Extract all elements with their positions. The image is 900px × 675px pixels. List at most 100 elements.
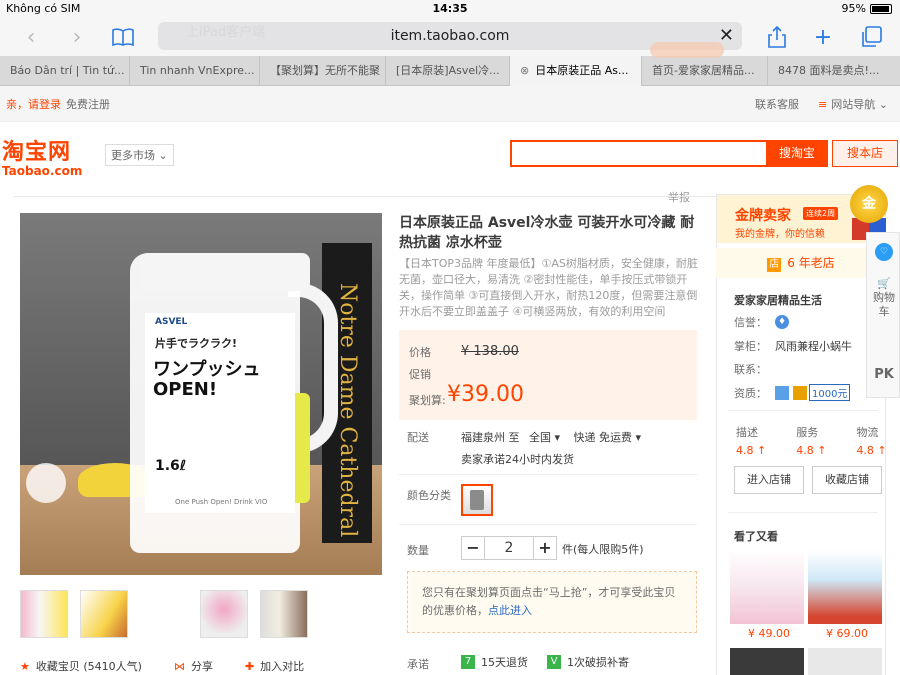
promise-damage: V 1次破损补寄: [547, 654, 629, 670]
share-icon: ⋈: [173, 660, 185, 673]
enter-juhuasuan-link[interactable]: 点此进入: [488, 604, 532, 617]
juhuasuan-notice: 您只有在聚划算页面点击“马上抢”，才可享受此宝贝的优惠价格，点此进入: [407, 571, 697, 633]
forward-icon[interactable]: ›: [62, 22, 92, 52]
favorite-shop-button[interactable]: 收藏店铺: [812, 466, 882, 494]
owner-name[interactable]: 风雨兼程小蜗牛: [775, 338, 852, 354]
gold-seller-badge: 连续2周: [803, 207, 839, 220]
image-pitcher-lid: [140, 253, 310, 291]
return-icon: 7: [461, 655, 475, 669]
quantity-stepper: − 2 +: [461, 536, 557, 560]
tab-asvel[interactable]: [日本原装]Asvel冷...: [386, 56, 510, 86]
thumbnail-4[interactable]: [200, 590, 248, 638]
thumbnail-3[interactable]: [140, 590, 188, 638]
browser-toolbar: ‹ › item.taobao.com ✕ +: [0, 18, 900, 56]
product-description: 【日本TOP3品牌 年度最低】①AS树脂材质，安全健康，耐脏无菌，壶口径大，易清…: [399, 257, 698, 318]
quantity-limit-note: 件(每人限购5件): [562, 543, 644, 556]
share-icon[interactable]: [762, 22, 792, 52]
search-store-button[interactable]: 搜本店: [832, 140, 898, 167]
menu-icon: ≡: [818, 98, 828, 111]
pk-button[interactable]: PK: [873, 367, 895, 382]
floating-sidebar: ♡ 🛒 购物车 PK: [866, 232, 900, 398]
tab-active-product[interactable]: ⊗ 日本原装正品 As...: [510, 56, 642, 86]
search-input[interactable]: [510, 140, 768, 167]
product-title: 日本原装正品 Asvel冷水壶 可装开水可冷藏 耐热抗菌 凉水杯壶: [399, 215, 695, 251]
score-description: 描述 4.8 ↑: [736, 426, 767, 457]
product-actions: ★ 收藏宝贝 (5410人气) ⋈ 分享 ✚ 加入对比: [20, 658, 304, 674]
tab-shop-home[interactable]: 首页-爱家家居精品...: [642, 56, 768, 86]
thumbnail-strip: [20, 590, 308, 638]
register-link[interactable]: 免费注册: [66, 96, 110, 112]
site-nav-link[interactable]: ≡ 网站导航 ⌄: [818, 96, 888, 112]
ghost-banner-button: [650, 42, 724, 58]
cart-button[interactable]: 🛒 购物车: [873, 277, 895, 319]
tabs-overview-icon[interactable]: [856, 22, 886, 52]
thumbnail-1[interactable]: [20, 590, 68, 638]
qualification-row: 资质： 1000元: [734, 384, 851, 401]
recommendation-price-1: ¥ 49.00: [748, 627, 790, 640]
price-box: 价格 ¥ 138.00 促销 聚划算: ¥39.00: [399, 330, 697, 420]
see-also-heading: 看了又看: [734, 530, 778, 543]
ghost-banner-text: 上iPad客户端: [186, 25, 266, 40]
divider: [399, 524, 697, 525]
color-option-swatch[interactable]: [461, 484, 493, 516]
shop-buttons: 进入店铺 收藏店铺: [734, 466, 882, 494]
thumbnail-5[interactable]: [260, 590, 308, 638]
damage-icon: V: [547, 655, 561, 669]
battery-icon: [870, 3, 892, 14]
sale-price: ¥39.00: [447, 382, 524, 407]
shipping-method-dropdown[interactable]: 快递 免运费 ▾: [574, 431, 642, 444]
delivery-info: 福建泉州 至 全国 ▾ 快递 免运费 ▾: [461, 431, 642, 444]
enter-shop-button[interactable]: 进入店铺: [734, 466, 804, 494]
favorite-item-button[interactable]: ★ 收藏宝贝 (5410人气): [20, 658, 142, 674]
recommendation-image-2[interactable]: [808, 550, 882, 624]
login-link[interactable]: 亲，请登录: [6, 96, 61, 112]
share-button[interactable]: ⋈ 分享: [174, 658, 213, 674]
recommendation-image-4[interactable]: [808, 648, 882, 675]
increase-button[interactable]: +: [533, 536, 557, 560]
tab-juhuasuan[interactable]: 【聚划算】无所不能聚: [260, 56, 386, 86]
promo-label: 促销: [409, 368, 431, 381]
credit-row: 信誉： ♦: [734, 314, 789, 330]
taobao-logo[interactable]: 淘宝网 Taobao.com: [2, 134, 88, 178]
close-tab-icon[interactable]: ⊗: [520, 64, 529, 77]
recommendation-image-3[interactable]: [730, 648, 804, 675]
bookmarks-icon[interactable]: [108, 22, 138, 52]
new-tab-icon[interactable]: +: [808, 22, 838, 52]
delivery-promise: 卖家承诺24小时内发货: [461, 453, 574, 466]
deposit-icon: [793, 385, 807, 400]
report-link[interactable]: 举报: [668, 189, 690, 205]
recommendation-image-1[interactable]: [730, 550, 804, 624]
chat-icon[interactable]: ♡: [875, 243, 893, 261]
id-verified-icon: [775, 385, 789, 400]
url-text: item.taobao.com: [390, 28, 510, 44]
tab-8478[interactable]: 8478 面料是卖点!...: [768, 56, 900, 86]
original-price: ¥ 138.00: [461, 344, 519, 359]
quantity-input[interactable]: 2: [485, 536, 533, 560]
thumbnail-2[interactable]: [80, 590, 128, 638]
color-label: 颜色分类: [407, 489, 451, 502]
quantity-label: 数量: [407, 544, 429, 557]
credit-level-icon: ♦: [775, 315, 789, 329]
gold-medal-icon: 金: [850, 185, 888, 223]
customer-service-link[interactable]: 联系客服: [755, 96, 799, 112]
clock-text: 14:35: [432, 2, 468, 15]
chevron-down-icon: ⌄: [158, 149, 168, 162]
shop-name[interactable]: 爱家家居精品生活: [734, 292, 822, 308]
more-markets-dropdown[interactable]: 更多市场 ⌄: [105, 144, 174, 166]
compare-button[interactable]: ✚ 加入对比: [245, 658, 304, 674]
score-logistics: 物流 4.8 ↑: [856, 426, 887, 457]
deposit-amount: 1000元: [809, 384, 851, 401]
product-main-image[interactable]: Notre Dame Cathedral ASVEL 片手でラクラク! ワンプッ…: [20, 213, 382, 575]
tab-vnexpress[interactable]: Tin nhanh VnExpre...: [130, 56, 260, 86]
contact-row: 联系：: [734, 363, 767, 376]
search-taobao-button[interactable]: 搜淘宝: [766, 140, 828, 167]
back-icon[interactable]: ‹: [16, 22, 46, 52]
tab-dantri[interactable]: Báo Dân trí | Tin tứ...: [0, 56, 130, 86]
battery-area: 95%: [842, 2, 892, 15]
destination-dropdown[interactable]: 全国 ▾: [529, 431, 560, 444]
status-bar: Không có SIM 14:35 95%: [0, 0, 900, 18]
shop-scores: 描述 4.8 ↑ 服务 4.8 ↑ 物流 4.8 ↑: [736, 424, 887, 457]
decrease-button[interactable]: −: [461, 536, 485, 560]
shop-icon: 店: [767, 258, 782, 272]
delivery-label: 配送: [407, 431, 429, 444]
